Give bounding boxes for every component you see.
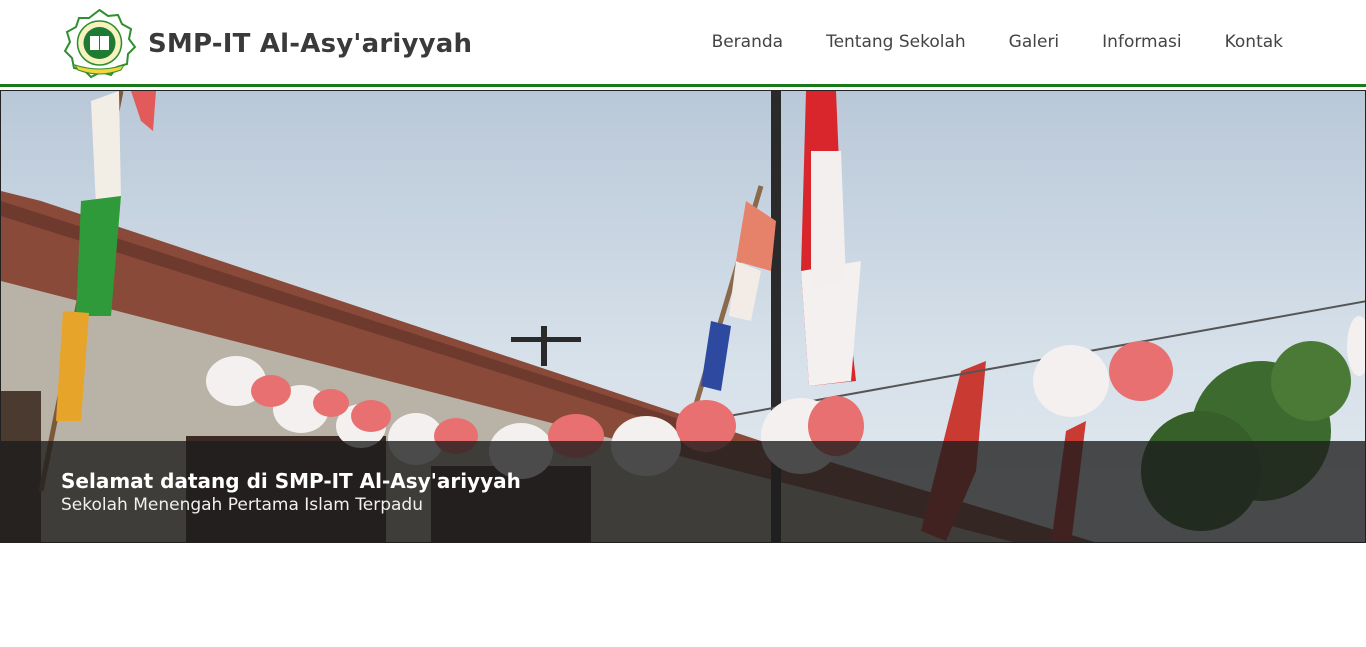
hero-subtitle: Sekolah Menengah Pertama Islam Terpadu [61,495,423,515]
nav-link-kontak[interactable]: Kontak [1225,32,1283,52]
hero-caption: Selamat datang di SMP-IT Al-Asy'ariyyah … [1,441,1365,542]
brand-name: SMP-IT Al-Asy'ariyyah [148,29,473,59]
nav-link-tentang-sekolah[interactable]: Tentang Sekolah [826,32,966,52]
navbar: SMP-IT Al-Asy'ariyyah Beranda Tentang Se… [0,0,1366,87]
nav-link-informasi[interactable]: Informasi [1102,32,1181,52]
brand-link[interactable]: SMP-IT Al-Asy'ariyyah [61,9,472,79]
nav-menu: Beranda Tentang Sekolah Galeri Informasi… [669,32,1283,52]
hero-banner: Selamat datang di SMP-IT Al-Asy'ariyyah … [0,90,1366,543]
nav-link-galeri[interactable]: Galeri [1009,32,1060,52]
school-emblem-icon [63,9,137,79]
nav-link-beranda[interactable]: Beranda [712,32,784,52]
hero-title: Selamat datang di SMP-IT Al-Asy'ariyyah [61,469,521,493]
